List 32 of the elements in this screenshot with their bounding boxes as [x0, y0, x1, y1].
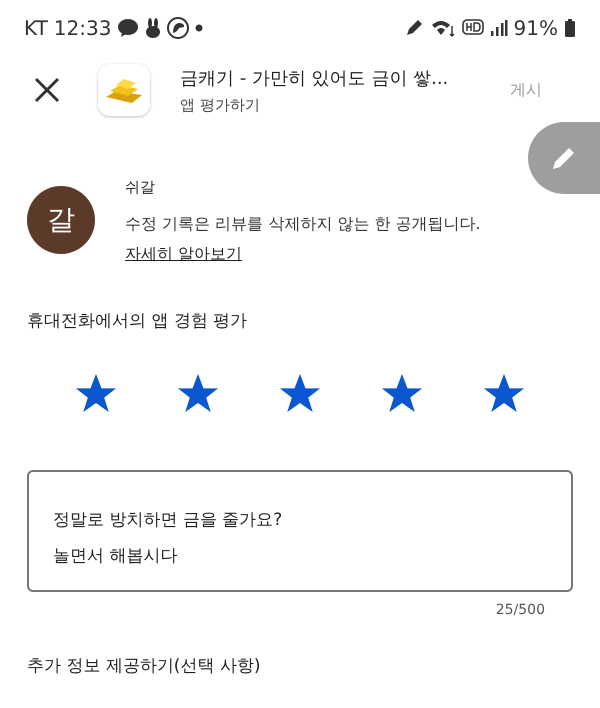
- carrier-text: KT: [24, 16, 48, 40]
- filled-star-icon: [278, 372, 322, 414]
- signal-icon: [490, 19, 508, 37]
- battery-text: 91%: [514, 16, 558, 40]
- close-icon: [34, 77, 60, 103]
- notice-text: 수정 기록은 리뷰를 삭제하지 않는 한 공개됩니다. 자세히 알아보기: [125, 213, 482, 265]
- learn-more-link[interactable]: 자세히 알아보기: [125, 244, 242, 263]
- filled-star-icon: [482, 372, 526, 414]
- star-button[interactable]: [176, 372, 220, 414]
- hd-icon: [462, 19, 484, 37]
- rating-heading: 휴대전화에서의 앱 경험 평가: [26, 310, 248, 332]
- extra-info-heading: 추가 정보 제공하기(선택 사항): [26, 655, 262, 677]
- app-title: 금캐기 - 가만히 있어도 금이 쌓...: [180, 66, 450, 90]
- page-subtitle: 앱 평가하기: [180, 96, 261, 114]
- filled-star-icon: [74, 372, 118, 414]
- filled-star-icon: [176, 372, 220, 414]
- star-button[interactable]: [482, 372, 526, 414]
- character-counter: 25/500: [494, 601, 546, 618]
- clock-text: 12:33: [54, 16, 112, 40]
- dot-icon: [195, 24, 204, 32]
- review-field[interactable]: 정말로 방치하면 금을 줄가요? 놀면서 해봅시다: [27, 470, 573, 592]
- filled-star-icon: [380, 372, 424, 414]
- star-button[interactable]: [380, 372, 424, 414]
- edit-button[interactable]: [528, 122, 600, 194]
- wifi-icon: [430, 18, 456, 38]
- star-button[interactable]: [278, 372, 322, 414]
- chat-bubble-icon: [117, 18, 140, 38]
- star-button[interactable]: [74, 372, 118, 414]
- avatar: 갈: [27, 186, 95, 254]
- battery-icon: [564, 18, 576, 38]
- user-name: 쉬갈: [125, 178, 156, 197]
- rabbit-icon: [145, 18, 162, 38]
